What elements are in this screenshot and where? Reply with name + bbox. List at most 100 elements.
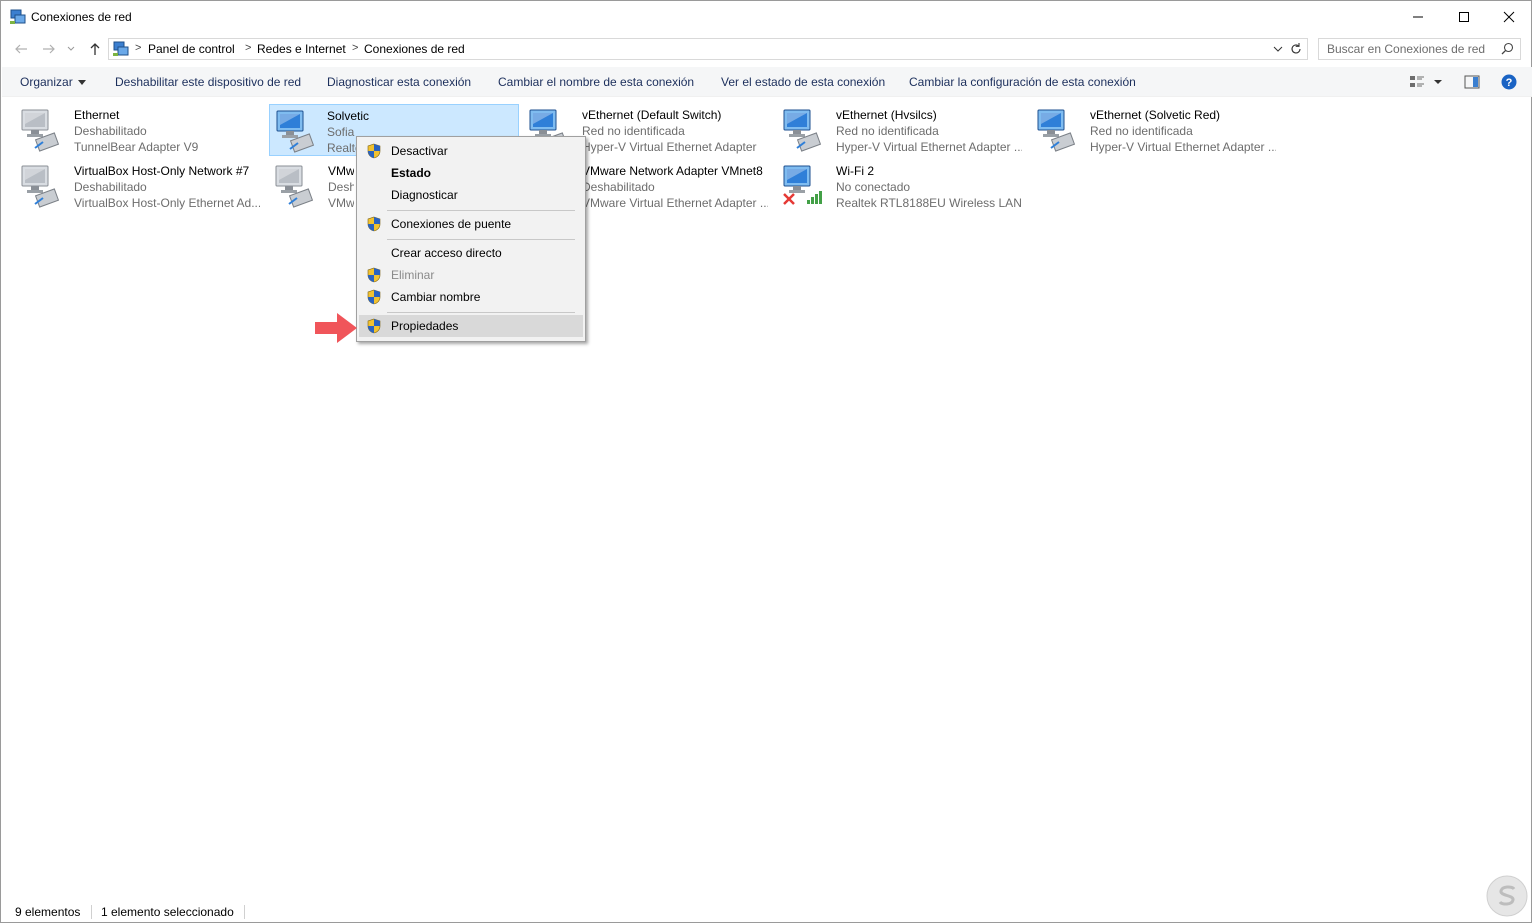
breadcrumb-network-connections[interactable]: Conexiones de red bbox=[364, 42, 465, 56]
title-bar: Conexiones de red bbox=[1, 1, 1531, 32]
arrow-up-icon bbox=[90, 43, 100, 55]
back-button[interactable] bbox=[11, 39, 31, 59]
connection-status: Deshabilitado bbox=[328, 180, 354, 194]
connection-device: Realtek PCIe GBE Family Controller bbox=[327, 141, 357, 155]
menu-item-label: Diagnosticar bbox=[391, 188, 458, 202]
minimize-button[interactable] bbox=[1395, 1, 1441, 32]
uac-shield-icon bbox=[367, 216, 381, 232]
status-divider bbox=[91, 905, 92, 919]
up-button[interactable] bbox=[85, 39, 105, 59]
uac-shield-icon bbox=[367, 143, 381, 159]
menu-separator bbox=[387, 210, 575, 211]
menu-item-label: Crear acceso directo bbox=[391, 246, 502, 260]
breadcrumb-separator[interactable]: > bbox=[245, 42, 251, 54]
change-view-icon[interactable] bbox=[1409, 74, 1425, 90]
refresh-icon[interactable] bbox=[1288, 41, 1304, 57]
connection-status: No conectado bbox=[836, 180, 911, 194]
minimize-icon bbox=[1413, 16, 1423, 17]
connection-status: Deshabilitado bbox=[74, 124, 147, 138]
connection-device: Realtek RTL8188EU Wireless LAN ... bbox=[836, 196, 1022, 210]
connection-name: VMware Network Adapter VMnet8 bbox=[582, 164, 763, 178]
connection-device: VirtualBox Host-Only Ethernet Ad... bbox=[74, 196, 260, 210]
menu-item-delete: Eliminar bbox=[359, 264, 583, 286]
breadcrumb-network-internet[interactable]: Redes e Internet bbox=[257, 42, 346, 56]
chevron-down-icon bbox=[67, 46, 75, 51]
connection-name: VirtualBox Host-Only Network #7 bbox=[74, 164, 250, 178]
search-box[interactable] bbox=[1318, 38, 1521, 60]
connection-status: Red no identificada bbox=[1090, 124, 1193, 138]
connection-device: VMware Virtual Ethernet Adapter ... bbox=[582, 196, 768, 210]
item-count: 9 elementos bbox=[15, 905, 81, 919]
close-icon bbox=[1503, 11, 1515, 22]
address-bar[interactable]: > Panel de control > Redes e Internet > … bbox=[108, 38, 1308, 60]
context-menu: Desactivar Estado Diagnosticar Conexione… bbox=[356, 136, 586, 342]
menu-item-diagnose[interactable]: Diagnosticar bbox=[359, 184, 583, 206]
more-options-icon[interactable] bbox=[1433, 74, 1443, 90]
recent-locations-button[interactable] bbox=[65, 39, 77, 59]
control-panel-icon bbox=[113, 41, 129, 56]
network-adapter-icon bbox=[276, 110, 315, 153]
wifi-adapter-disconnected-icon bbox=[783, 165, 822, 205]
connection-item[interactable]: VirtualBox Host-Only Network #7 Deshabil… bbox=[4, 160, 260, 212]
chevron-down-icon[interactable] bbox=[1271, 41, 1285, 57]
organize-label: Organizar bbox=[20, 75, 73, 89]
maximize-icon bbox=[1459, 11, 1469, 22]
arrow-right-icon bbox=[43, 44, 55, 54]
menu-item-status[interactable]: Estado bbox=[359, 162, 583, 184]
disable-device-button[interactable]: Deshabilitar este dispositivo de red bbox=[115, 75, 301, 89]
svg-text:?: ? bbox=[1506, 77, 1513, 89]
menu-item-label: Estado bbox=[391, 166, 432, 180]
connection-status: Deshabilitado bbox=[582, 180, 655, 194]
menu-item-label: Eliminar bbox=[391, 268, 435, 282]
network-adapter-disabled-icon bbox=[21, 109, 60, 152]
help-icon[interactable]: ? bbox=[1501, 74, 1517, 90]
menu-item-create-shortcut[interactable]: Crear acceso directo bbox=[359, 242, 583, 264]
preview-pane-icon[interactable] bbox=[1464, 74, 1480, 90]
connection-status: Red no identificada bbox=[582, 124, 685, 138]
solvetic-logo-icon bbox=[1486, 875, 1528, 917]
network-connections-app-icon bbox=[10, 9, 26, 24]
connection-status: Sofia bbox=[327, 125, 355, 139]
organize-menu[interactable]: Organizar bbox=[20, 75, 86, 89]
selection-count: 1 elemento seleccionado bbox=[101, 905, 234, 919]
network-adapter-icon bbox=[1037, 109, 1076, 152]
connection-device: Hyper-V Virtual Ethernet Adapter ... bbox=[836, 140, 1022, 154]
status-divider bbox=[244, 905, 245, 919]
menu-item-label: Desactivar bbox=[391, 144, 448, 158]
connection-item[interactable]: vEthernet (Solvetic Red) Red no identifi… bbox=[1020, 104, 1276, 156]
connection-name: Solvetic bbox=[327, 109, 370, 123]
search-input[interactable] bbox=[1319, 39, 1499, 59]
menu-item-rename[interactable]: Cambiar nombre bbox=[359, 286, 583, 308]
close-button[interactable] bbox=[1486, 1, 1532, 32]
view-status-button[interactable]: Ver el estado de esta conexión bbox=[721, 75, 885, 89]
connection-device: Hyper-V Virtual Ethernet Adapter ... bbox=[1090, 140, 1276, 154]
breadcrumb-separator[interactable]: > bbox=[135, 42, 141, 54]
maximize-button[interactable] bbox=[1441, 1, 1487, 32]
connection-name: Wi-Fi 2 bbox=[836, 164, 874, 178]
pointer-arrow-icon bbox=[315, 313, 357, 343]
connection-name: Ethernet bbox=[74, 108, 120, 122]
connection-device: Hyper-V Virtual Ethernet Adapter bbox=[582, 140, 757, 154]
search-icon[interactable] bbox=[1501, 42, 1514, 55]
breadcrumb-control-panel[interactable]: Panel de control bbox=[148, 42, 235, 56]
status-bar: 9 elementos 1 elemento seleccionado bbox=[2, 901, 1532, 923]
menu-item-deactivate[interactable]: Desactivar bbox=[359, 140, 583, 162]
connection-status: Deshabilitado bbox=[74, 180, 147, 194]
connection-item[interactable]: vEthernet (Hvsilcs) Red no identificada … bbox=[766, 104, 1022, 156]
menu-item-properties[interactable]: Propiedades bbox=[359, 315, 583, 337]
window-title: Conexiones de red bbox=[31, 10, 132, 24]
diagnose-connection-button[interactable]: Diagnosticar esta conexión bbox=[327, 75, 471, 89]
uac-shield-icon bbox=[367, 267, 381, 283]
breadcrumb-separator[interactable]: > bbox=[352, 42, 358, 54]
network-connections-window: Conexiones de red > Panel de control > R… bbox=[0, 0, 1532, 923]
menu-item-bridge-connections[interactable]: Conexiones de puente bbox=[359, 213, 583, 235]
connection-item[interactable]: Wi-Fi 2 No conectado Realtek RTL8188EU W… bbox=[766, 160, 1022, 212]
network-adapter-disabled-icon bbox=[21, 165, 60, 208]
forward-button[interactable] bbox=[39, 39, 59, 59]
arrow-left-icon bbox=[15, 44, 27, 54]
rename-connection-button[interactable]: Cambiar el nombre de esta conexión bbox=[498, 75, 694, 89]
menu-item-label: Conexiones de puente bbox=[391, 217, 512, 231]
change-settings-button[interactable]: Cambiar la configuración de esta conexió… bbox=[909, 75, 1136, 89]
uac-shield-icon bbox=[367, 289, 381, 305]
connection-item[interactable]: Ethernet Deshabilitado TunnelBear Adapte… bbox=[4, 104, 254, 156]
